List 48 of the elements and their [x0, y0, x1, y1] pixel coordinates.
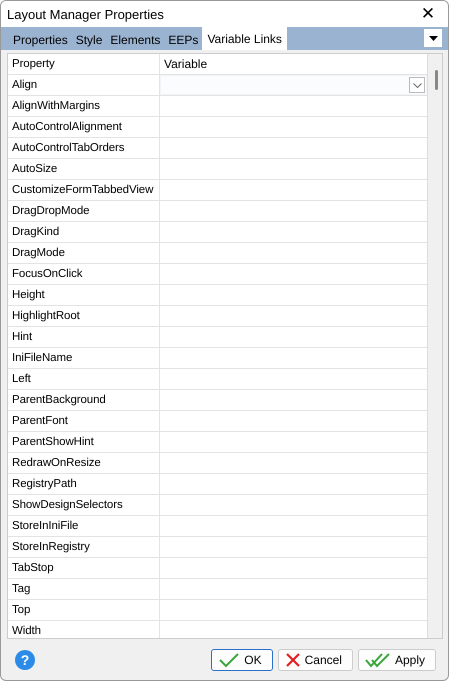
column-header: Variable [163, 56, 208, 73]
table-cell: StoreInRegistry [8, 537, 160, 557]
table-cell: RegistryPath [8, 474, 160, 494]
tab[interactable]: Elements [106, 29, 164, 50]
window-title: Layout Manager Properties [7, 6, 165, 22]
table-cell: ParentShowHint [8, 432, 160, 452]
scrollbar-thumb[interactable] [435, 70, 438, 90]
table-cell: Left [8, 369, 160, 389]
column-header: Property [8, 54, 160, 74]
table-cell: RedrawOnResize [8, 453, 160, 473]
tab[interactable]: Properties [9, 29, 72, 50]
table-cell: AutoSize [8, 159, 160, 179]
checkmark-icon [218, 652, 240, 668]
table-cell: ParentBackground [8, 390, 160, 410]
tab[interactable]: EEPs [164, 29, 202, 50]
table-cell: TabStop [8, 558, 160, 578]
table-cell: Height [8, 285, 160, 305]
table-cell: AutoControlTabOrders [8, 138, 160, 158]
table-cell: AutoControlAlignment [8, 117, 160, 137]
close-button[interactable]: ✕ [408, 1, 448, 27]
table-cell: FocusOnClick [8, 264, 160, 284]
table-cell: HighlightRoot [8, 306, 160, 326]
table-cell: Hint [8, 327, 160, 347]
table-cell: StoreInIniFile [8, 516, 160, 536]
dropdown-button[interactable] [409, 77, 425, 93]
tab[interactable]: Style [72, 29, 106, 50]
apply-button[interactable]: Apply [358, 648, 436, 670]
table-cell: AlignWithMargins [8, 96, 160, 116]
caret-icon [428, 36, 438, 40]
table-cell: DragKind [8, 222, 160, 242]
table-cell: Top [8, 600, 160, 620]
tab[interactable]: Variable Links [202, 27, 287, 50]
help-icon[interactable]: ? [15, 650, 35, 670]
cross-icon [284, 652, 301, 668]
tab-menu-button[interactable] [424, 29, 442, 47]
cancel-button[interactable]: Cancel [278, 648, 353, 670]
table-cell: ShowDesignSelectors [8, 495, 160, 515]
chevron-icon [412, 82, 422, 88]
ok-button[interactable]: OK [211, 648, 273, 670]
scrollbar[interactable] [428, 54, 442, 638]
table-cell: DragMode [8, 243, 160, 263]
table-cell: Tag [8, 579, 160, 599]
table-cell: IniFileName [8, 348, 160, 368]
table-cell: DragDropMode [8, 201, 160, 221]
double-checkmark-icon [364, 652, 391, 668]
table-cell: Width [8, 621, 160, 638]
table-cell: CustomizeFormTabbedView [8, 180, 160, 200]
table-cell: ParentFont [8, 411, 160, 431]
